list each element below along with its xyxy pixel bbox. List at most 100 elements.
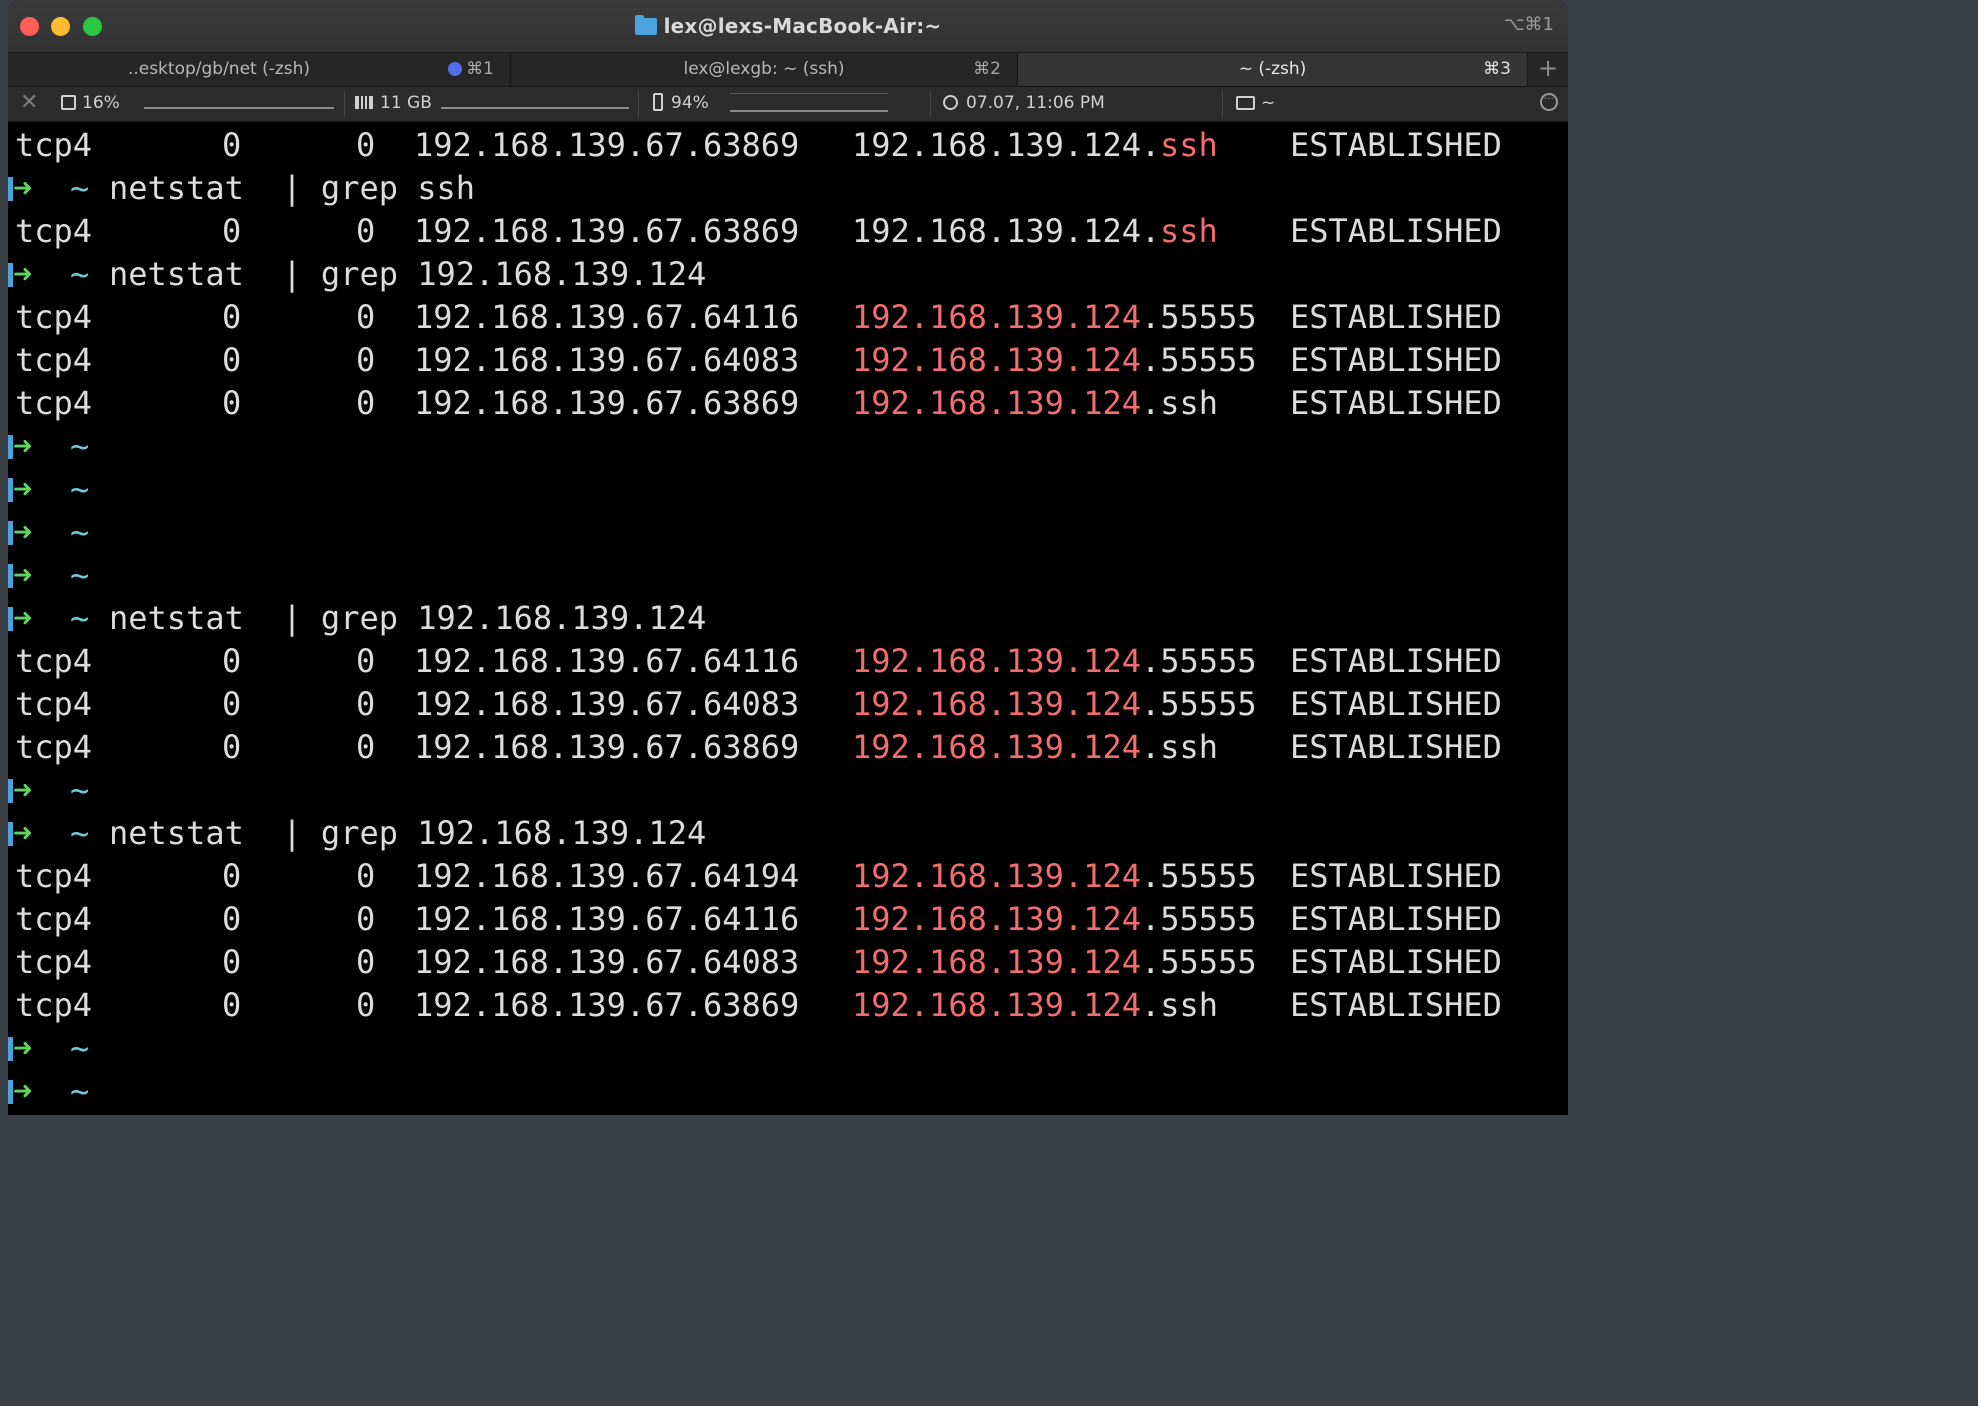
prompt-line: ➜ ~ netstat | grep 192.168.139.124 [8, 812, 1568, 855]
cpu-icon [61, 95, 76, 110]
tab-2[interactable]: lex@lexgb: ~ (ssh) ⌘2 [511, 53, 1018, 86]
send-q-cell: 0 [356, 384, 376, 422]
state-cell: ESTABLISHED [1290, 685, 1502, 723]
foreign-address-port: ssh [1160, 126, 1218, 164]
prompt-arrow-icon: ➜ [13, 599, 33, 637]
proto-cell: tcp4 [15, 857, 93, 895]
window-title-wrap: lex@lexs-MacBook-Air:~ [8, 14, 1568, 38]
terminal-window: lex@lexs-MacBook-Air:~ ⌥⌘1 ..esktop/gb/n… [8, 0, 1568, 1115]
local-address-cell: 192.168.139.67.64083 [414, 943, 800, 981]
send-q-cell: 0 [356, 126, 376, 164]
prompt-line: ➜ ~ netstat | grep 192.168.139.124 [8, 597, 1568, 640]
folder-icon [634, 15, 657, 35]
close-status-bar-icon[interactable]: ✕ [20, 90, 38, 115]
send-q-cell: 0 [356, 900, 376, 938]
prompt-directory: ~ [70, 771, 90, 809]
clock-status[interactable]: 07.07, 11:06 PM [943, 93, 1105, 115]
send-q-cell: 0 [356, 943, 376, 981]
more-options-icon[interactable]: ··· [1540, 93, 1558, 111]
recv-q-cell: 0 [222, 126, 242, 164]
netstat-row: tcp4 0 0 192.168.139.67.64194 192.168.139.12… [8, 855, 1568, 898]
new-tab-button[interactable]: + [1528, 53, 1568, 86]
send-q-cell: 0 [356, 642, 376, 680]
state-cell: ESTABLISHED [1290, 384, 1502, 422]
status-bar: ✕ 16% 11 GB 94% 07.07, 11:06 PM ~ ··· [8, 87, 1568, 122]
cpu-status[interactable]: 16% [61, 93, 120, 115]
foreign-address-port: .ssh [1141, 728, 1219, 766]
netstat-row: tcp4 0 0 192.168.139.67.63869 192.168.139.12… [8, 382, 1568, 425]
send-q-cell: 0 [356, 298, 376, 336]
foreign-address-host: 192.168.139.124. [852, 126, 1161, 164]
recv-q-cell: 0 [222, 341, 242, 379]
recv-q-cell: 0 [222, 685, 242, 723]
state-cell: ESTABLISHED [1290, 341, 1502, 379]
proto-cell: tcp4 [15, 298, 93, 336]
local-address-cell: 192.168.139.67.64116 [414, 298, 800, 336]
state-cell: ESTABLISHED [1290, 857, 1502, 895]
recv-q-cell: 0 [222, 728, 242, 766]
tab-label: ~ (-zsh) [1238, 59, 1307, 79]
proto-cell: tcp4 [15, 986, 93, 1024]
prompt-directory: ~ [70, 814, 90, 852]
proto-cell: tcp4 [15, 384, 93, 422]
foreign-address-host: 192.168.139.124 [852, 900, 1141, 938]
battery-status[interactable]: 94% [653, 93, 709, 115]
foreign-address-port: .55555 [1141, 900, 1257, 938]
state-cell: ESTABLISHED [1290, 212, 1502, 250]
foreign-address-port: .55555 [1141, 685, 1257, 723]
window-shortcut: ⌥⌘1 [1503, 14, 1554, 35]
recv-q-cell: 0 [222, 943, 242, 981]
foreign-address-host: 192.168.139.124 [852, 857, 1141, 895]
activity-dot-icon [448, 62, 462, 76]
proto-cell: tcp4 [15, 341, 93, 379]
tab-label: ..esktop/gb/net (-zsh) [127, 59, 311, 79]
memory-status[interactable]: 11 GB [355, 93, 432, 115]
terminal-output[interactable]: tcp4 0 0 192.168.139.67.63869 192.168.139.12… [8, 124, 1568, 1115]
title-bar[interactable]: lex@lexs-MacBook-Air:~ ⌥⌘1 [8, 0, 1568, 53]
foreign-address-host: 192.168.139.124 [852, 986, 1141, 1024]
foreign-address-host: 192.168.139.124 [852, 685, 1141, 723]
prompt-arrow-icon: ➜ [13, 1029, 33, 1067]
prompt-arrow-icon: ➜ [13, 771, 33, 809]
status-divider [638, 91, 639, 117]
local-address-cell: 192.168.139.67.63869 [414, 384, 800, 422]
proto-cell: tcp4 [15, 943, 93, 981]
recv-q-cell: 0 [222, 857, 242, 895]
status-divider [1222, 91, 1223, 117]
send-q-cell: 0 [356, 986, 376, 1024]
prompt-arrow-icon: ➜ [13, 814, 33, 852]
foreign-address-port: ssh [1160, 212, 1218, 250]
proto-cell: tcp4 [15, 642, 93, 680]
foreign-address-host: 192.168.139.124 [852, 298, 1141, 336]
local-address-cell: 192.168.139.67.64083 [414, 685, 800, 723]
prompt-line: ➜ ~ [8, 1070, 1568, 1113]
local-address-cell: 192.168.139.67.64116 [414, 900, 800, 938]
netstat-row: tcp4 0 0 192.168.139.67.64116 192.168.139.12… [8, 640, 1568, 683]
tab-3[interactable]: ~ (-zsh) ⌘3 [1018, 53, 1528, 86]
tab-1[interactable]: ..esktop/gb/net (-zsh) ⌘1 [8, 53, 511, 86]
send-q-cell: 0 [356, 857, 376, 895]
cpu-graph [144, 107, 334, 109]
netstat-row: tcp4 0 0 192.168.139.67.63869 192.168.139.12… [8, 124, 1568, 167]
prompt-line: ➜ ~ [8, 769, 1568, 812]
prompt-arrow-icon: ➜ [13, 513, 33, 551]
netstat-row: tcp4 0 0 192.168.139.67.64116 192.168.139.12… [8, 296, 1568, 339]
send-q-cell: 0 [356, 728, 376, 766]
send-q-cell: 0 [356, 685, 376, 723]
recv-q-cell: 0 [222, 384, 242, 422]
battery-value: 94% [671, 93, 709, 113]
command-text: netstat | grep 192.168.139.124 [109, 599, 707, 637]
recv-q-cell: 0 [222, 642, 242, 680]
memory-icon [355, 96, 373, 109]
status-divider [930, 91, 931, 117]
foreign-address-port: .55555 [1141, 857, 1257, 895]
foreign-address-host: 192.168.139.124 [852, 341, 1141, 379]
prompt-line: ➜ ~ [8, 511, 1568, 554]
prompt-directory: ~ [70, 470, 90, 508]
battery-icon [653, 93, 663, 111]
directory-status[interactable]: ~ [1236, 93, 1275, 115]
prompt-line: ➜ ~ netstat | grep 192.168.139.124 [8, 253, 1568, 296]
prompt-arrow-icon: ➜ [13, 169, 33, 207]
foreign-address-port: .ssh [1141, 384, 1219, 422]
prompt-directory: ~ [70, 427, 90, 465]
